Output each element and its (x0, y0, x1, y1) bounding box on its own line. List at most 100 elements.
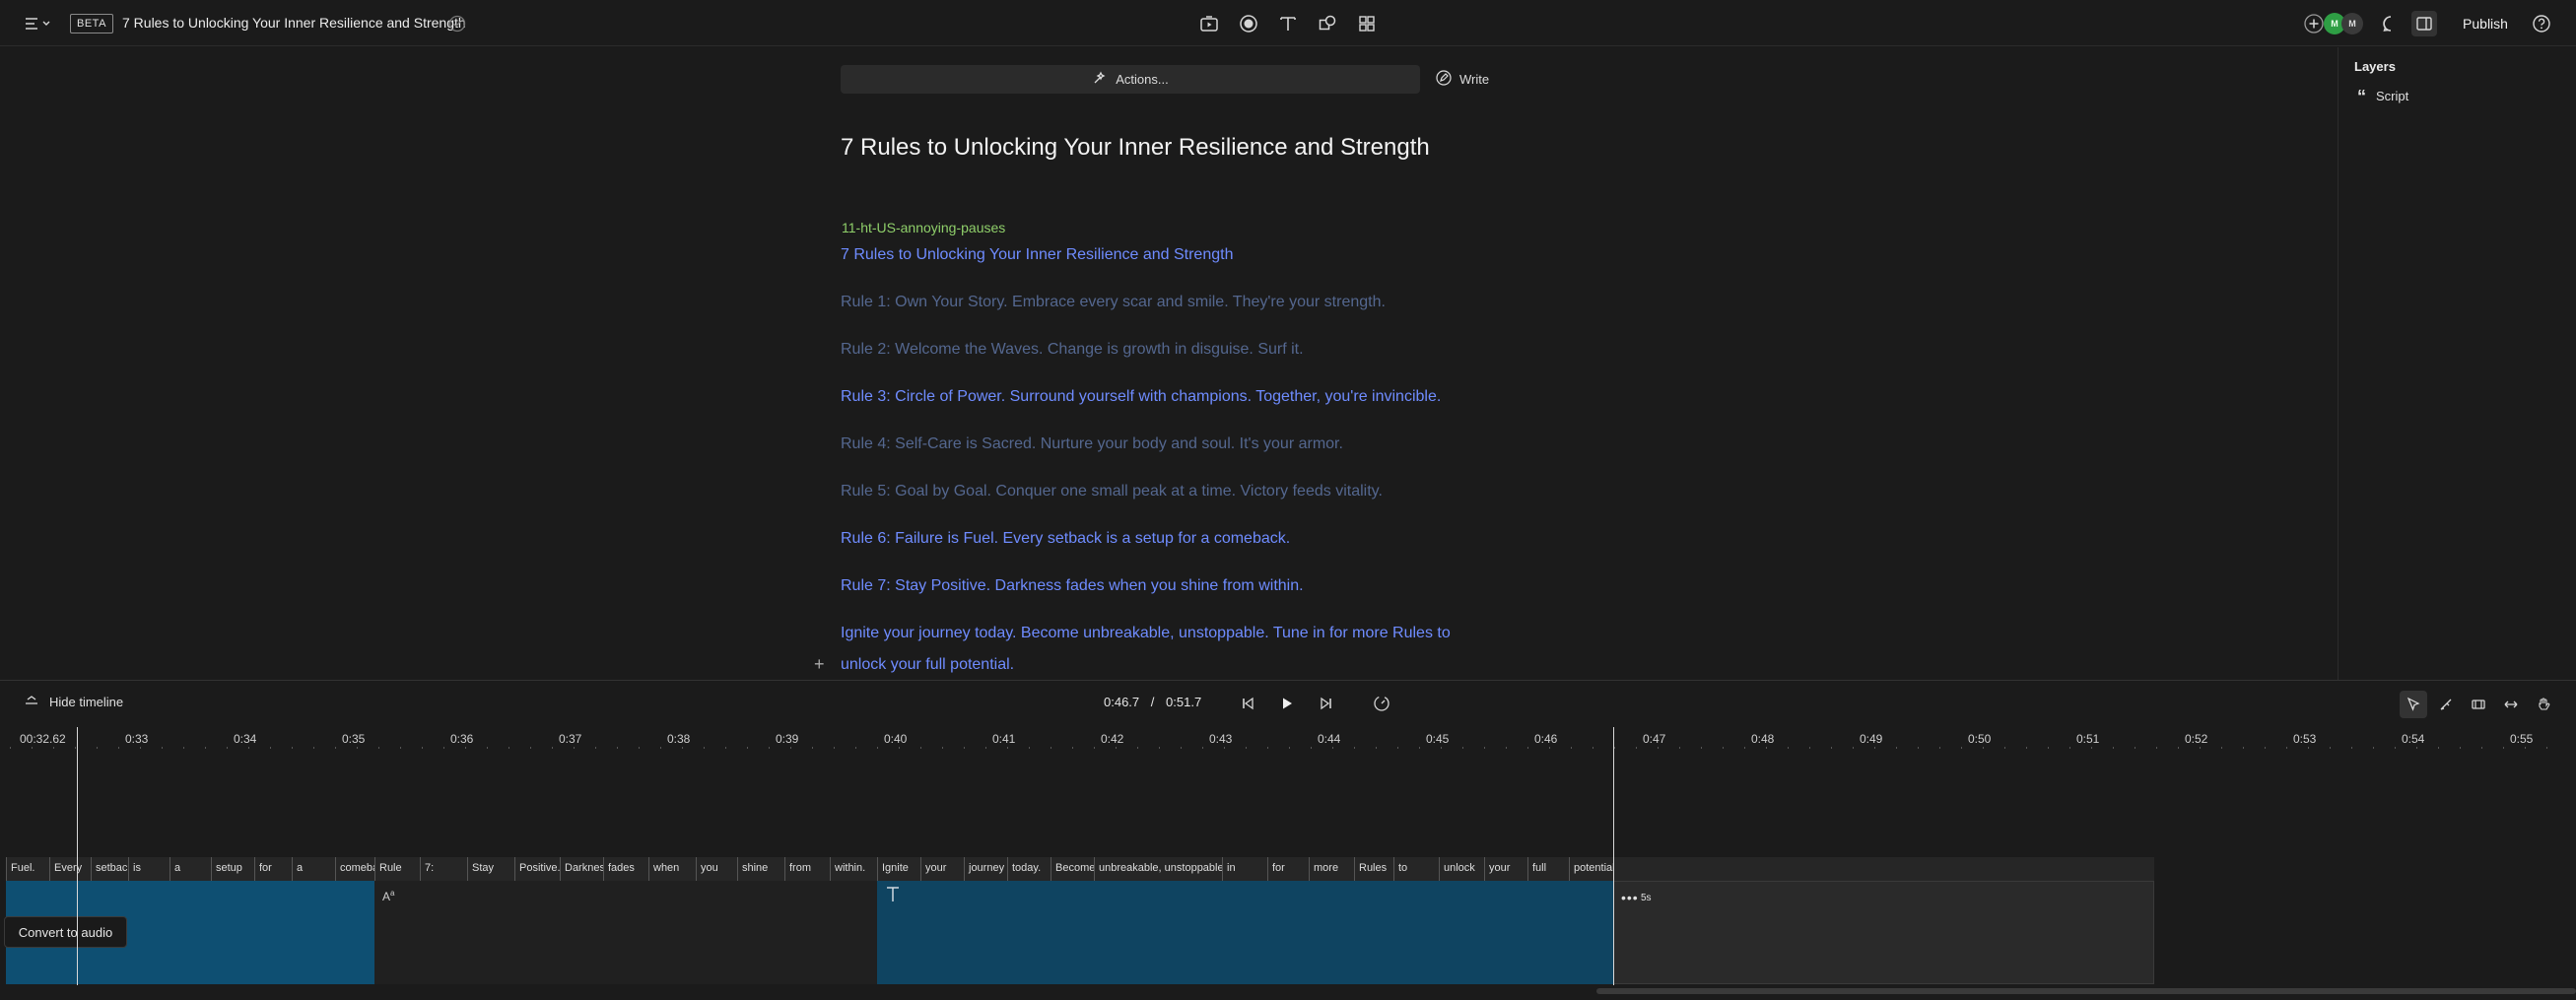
ruler-dots (10, 747, 2547, 749)
current-time-marker[interactable] (1613, 727, 1614, 985)
word-chip[interactable]: a (169, 857, 211, 881)
publish-button[interactable]: Publish (2446, 11, 2525, 36)
text-tool-icon[interactable] (1277, 13, 1299, 34)
word-chip[interactable]: Fuel. (6, 857, 49, 881)
word-chip[interactable]: your (920, 857, 964, 881)
script-line[interactable]: Ignite your journey today. Become unbrea… (841, 625, 1451, 642)
avatar[interactable]: M (2341, 13, 2363, 34)
pause-clip[interactable]: ••• 5s (1613, 881, 2154, 984)
sparkle-icon (1092, 70, 1108, 89)
play-icon[interactable] (1277, 694, 1297, 713)
total-time: 0:51.7 (1166, 695, 1202, 709)
layer-item-script[interactable]: “ Script (2357, 88, 2408, 105)
word-chip[interactable]: unbreakable, unstoppable. (1094, 857, 1222, 881)
comments-icon[interactable] (2380, 13, 2402, 34)
convert-to-audio-button[interactable]: Convert to audio (4, 916, 127, 948)
word-chip[interactable]: full (1527, 857, 1569, 881)
word-chip[interactable]: Positive. (514, 857, 560, 881)
speed-gauge-icon[interactable] (1372, 694, 1391, 713)
help-icon[interactable] (2531, 13, 2552, 34)
word-chip[interactable]: Stay (467, 857, 514, 881)
script-line[interactable]: Rule 4: Self-Care is Sacred. Nurture you… (841, 435, 1343, 453)
word-chip[interactable]: you (696, 857, 737, 881)
word-chip[interactable]: potential. (1569, 857, 1613, 881)
time-tick: 0:51 (2076, 732, 2100, 746)
word-chip[interactable]: more (1309, 857, 1354, 881)
word-chip[interactable]: Rules (1354, 857, 1393, 881)
word-chip[interactable]: within. (830, 857, 877, 881)
playhead[interactable] (77, 727, 78, 985)
add-block-button[interactable]: + (814, 654, 825, 675)
script-line[interactable]: 7 Rules to Unlocking Your Inner Resilien… (841, 246, 1233, 264)
write-button[interactable]: Write (1436, 65, 1489, 94)
word-chip[interactable]: shine (737, 857, 784, 881)
script-line[interactable]: unlock your full potential. (841, 656, 1014, 674)
time-tick: 0:44 (1318, 732, 1341, 746)
skip-back-icon[interactable] (1238, 694, 1257, 713)
time-tick: 0:53 (2293, 732, 2317, 746)
pen-icon (1436, 70, 1452, 89)
shapes-icon[interactable] (1317, 13, 1338, 34)
word-chip[interactable]: setback (91, 857, 128, 881)
actions-button[interactable]: Actions... (841, 65, 1420, 94)
word-chip[interactable]: for (254, 857, 292, 881)
beta-badge: BETA (70, 14, 113, 33)
grid-layout-icon[interactable] (1356, 13, 1378, 34)
word-chip[interactable]: from (784, 857, 830, 881)
panel-toggle-icon[interactable] (2411, 11, 2437, 36)
skip-forward-icon[interactable] (1317, 694, 1336, 713)
time-tick: 0:50 (1968, 732, 1992, 746)
word-chip[interactable]: 7: (420, 857, 467, 881)
text-clip[interactable]: Aa (374, 881, 877, 984)
script-line[interactable]: Rule 2: Welcome the Waves. Change is gro… (841, 341, 1304, 359)
script-line[interactable]: Rule 7: Stay Positive. Darkness fades wh… (841, 577, 1304, 595)
record-icon[interactable] (1238, 13, 1259, 34)
word-chip[interactable]: Ignite (877, 857, 920, 881)
script-line[interactable]: Rule 3: Circle of Power. Surround yourse… (841, 388, 1441, 406)
word-chip[interactable]: when (648, 857, 696, 881)
clip-tool-icon[interactable] (2465, 691, 2492, 718)
write-label: Write (1459, 72, 1490, 87)
word-chip[interactable]: fades (603, 857, 648, 881)
time-tick: 0:46 (1534, 732, 1558, 746)
hand-tool-icon[interactable] (2530, 691, 2557, 718)
audio-clip[interactable] (877, 881, 1613, 984)
word-chip[interactable]: for (1267, 857, 1309, 881)
time-tick: 0:54 (2402, 732, 2425, 746)
word-chip[interactable]: Darkness (560, 857, 603, 881)
time-tick: 0:40 (884, 732, 908, 746)
razor-tool-icon[interactable] (2432, 691, 2460, 718)
word-chip[interactable]: setup (211, 857, 254, 881)
page-title[interactable]: 7 Rules to Unlocking Your Inner Resilien… (841, 134, 1430, 162)
word-chip[interactable]: Become (1051, 857, 1094, 881)
script-line[interactable]: Rule 6: Failure is Fuel. Every setback i… (841, 530, 1290, 548)
script-line[interactable]: Rule 5: Goal by Goal. Conquer one small … (841, 483, 1383, 500)
time-tick: 0:55 (2510, 732, 2534, 746)
word-chip[interactable]: your (1484, 857, 1527, 881)
voice-label[interactable]: 11-ht-US-annoying-pauses (842, 220, 1005, 235)
hide-timeline-label: Hide timeline (49, 695, 124, 709)
time-tick: 0:37 (559, 732, 582, 746)
time-tick: 0:47 (1643, 732, 1666, 746)
word-chip[interactable]: in (1222, 857, 1267, 881)
menu-icon[interactable] (24, 14, 53, 33)
word-chip[interactable]: Every (49, 857, 91, 881)
script-line[interactable]: Rule 1: Own Your Story. Embrace every sc… (841, 294, 1386, 311)
hide-timeline-button[interactable]: Hide timeline (24, 694, 123, 710)
word-chip[interactable]: to (1393, 857, 1439, 881)
fit-width-icon[interactable] (2497, 691, 2525, 718)
add-collaborator-icon[interactable] (2302, 12, 2326, 35)
time-tick: 0:43 (1209, 732, 1233, 746)
word-chip[interactable]: today. (1007, 857, 1051, 881)
word-chip[interactable]: journey (964, 857, 1007, 881)
word-chip[interactable]: a (292, 857, 335, 881)
record-screen-icon[interactable] (1198, 13, 1220, 34)
document-title[interactable]: 7 Rules to Unlocking Your Inner Resilien… (122, 15, 466, 31)
layers-panel (2338, 47, 2576, 680)
word-chip[interactable]: Rule (374, 857, 420, 881)
word-chip[interactable]: comeback. (335, 857, 374, 881)
word-chip[interactable]: is (128, 857, 169, 881)
horizontal-scrollbar[interactable] (1596, 988, 2576, 994)
word-chip[interactable]: unlock (1439, 857, 1484, 881)
select-tool-icon[interactable] (2400, 691, 2427, 718)
